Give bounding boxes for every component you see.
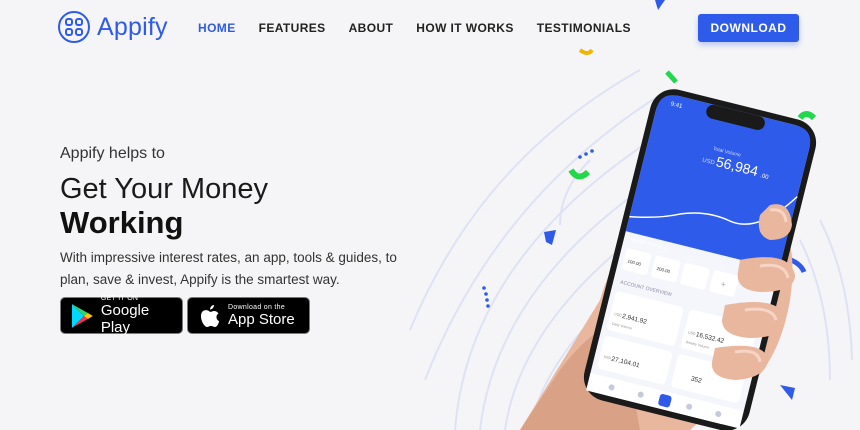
hero-phone-illustration: 9:41 Total Volume USD 56,984 .00 QUICK C… — [520, 89, 817, 430]
